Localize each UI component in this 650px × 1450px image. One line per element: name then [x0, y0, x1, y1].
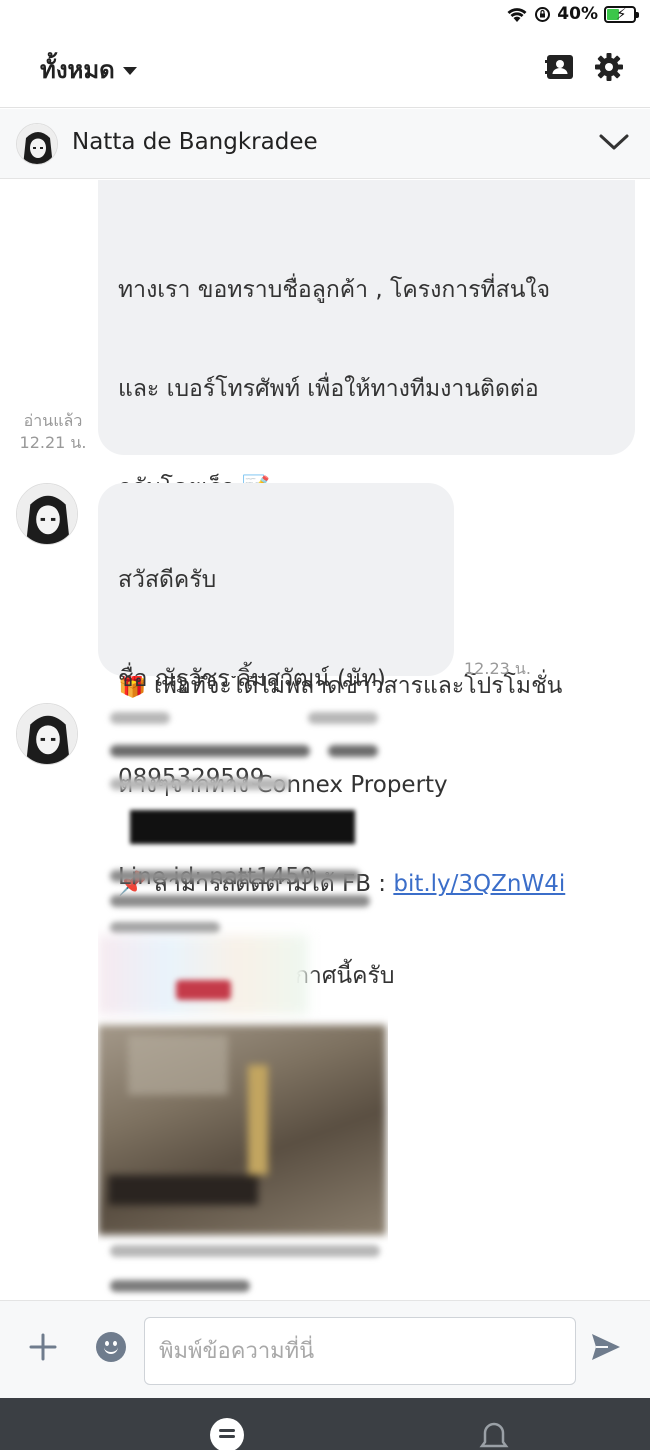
battery-icon: ⚡ [604, 4, 639, 23]
chat-tab-icon[interactable] [210, 1418, 244, 1450]
chat-title-bar: Natta de Bangkradee [0, 109, 650, 179]
contact-avatar[interactable] [16, 483, 78, 545]
filter-dropdown[interactable]: ทั้งหมด [40, 50, 137, 89]
message-list[interactable]: ทางเรา ขอทราบชื่อลูกค้า , โครงการที่สนใจ… [0, 180, 650, 1300]
message-line: และ เบอร์โทรศัพท์ เพื่อให้ทางทีมงานติดต่… [118, 376, 539, 402]
message-line: ชื่อ ณัฐวัชร ลิ้มสุวัฒน์ (นัท) [118, 666, 386, 692]
caret-down-icon [122, 66, 137, 75]
contact-card-icon[interactable] [545, 52, 575, 82]
gear-icon[interactable] [594, 52, 624, 82]
chat-name: Natta de Bangkradee [72, 129, 318, 155]
chevron-down-icon[interactable] [598, 131, 630, 155]
message-time: 12.23 น. [464, 659, 531, 678]
wifi-icon [507, 7, 527, 22]
read-label: อ่านแล้ว [23, 411, 83, 430]
charging-bolt-icon: ⚡ [616, 4, 627, 23]
rotation-lock-icon [535, 6, 551, 22]
plus-icon[interactable] [29, 1333, 57, 1361]
status-icons: 40% ⚡ [506, 4, 639, 24]
status-bar: 40% ⚡ [0, 0, 650, 30]
emoji-icon[interactable] [96, 1332, 126, 1362]
filter-label: ทั้งหมด [40, 56, 115, 84]
app-header: ทั้งหมด [0, 30, 650, 108]
contact-avatar[interactable] [16, 703, 78, 765]
message-line: ทางเรา ขอทราบชื่อลูกค้า , โครงการที่สนใจ [118, 277, 551, 303]
message-line: สวัสดีครับ [118, 567, 217, 593]
battery-percentage: 40% [557, 4, 598, 24]
contact-avatar[interactable] [16, 123, 58, 165]
message-composer [0, 1300, 650, 1398]
bottom-navigation [0, 1398, 650, 1450]
bell-icon[interactable] [478, 1420, 510, 1450]
shared-screenshot-image[interactable] [98, 700, 388, 1300]
message-input[interactable] [144, 1317, 576, 1385]
message-bubble-incoming: สวัสดีครับ ชื่อ ณัฐวัชร ลิ้มสุวัฒน์ (นัท… [98, 483, 454, 989]
message-time: 12.21 น. [19, 433, 87, 452]
message-bubble-outgoing: ทางเรา ขอทราบชื่อลูกค้า , โครงการที่สนใจ… [98, 180, 635, 897]
send-icon[interactable] [590, 1331, 622, 1363]
message-meta: อ่านแล้ว 12.21 น. [14, 410, 92, 454]
